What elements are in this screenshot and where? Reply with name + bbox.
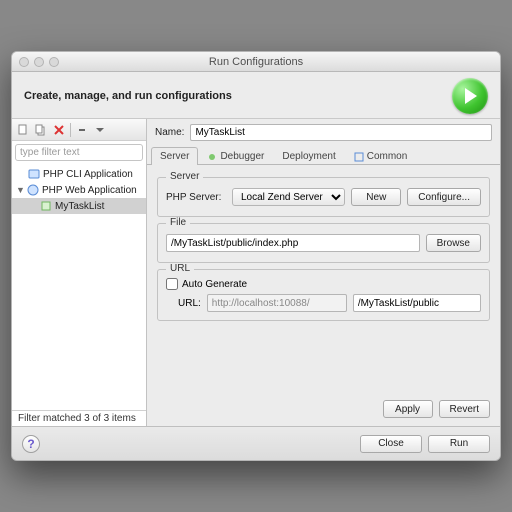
server-legend: Server — [166, 171, 203, 182]
run-button[interactable]: Run — [428, 435, 490, 453]
name-input[interactable] — [190, 124, 492, 141]
server-group: Server PHP Server: Local Zend Server New… — [157, 177, 490, 217]
tab-label: Deployment — [282, 151, 335, 162]
tree-item-php-cli[interactable]: PHP CLI Application — [12, 166, 146, 182]
tree-item-mytasklist[interactable]: MyTaskList — [12, 198, 146, 214]
tab-deployment[interactable]: Deployment — [273, 147, 344, 165]
php-server-label: PHP Server: — [166, 192, 226, 203]
tab-label: Debugger — [220, 151, 264, 162]
filter-menu-icon[interactable] — [93, 123, 107, 137]
new-config-icon[interactable] — [16, 123, 30, 137]
content: Name: Server Debugger Deployment Common … — [147, 119, 500, 426]
collapse-all-icon[interactable] — [75, 123, 89, 137]
configure-server-button[interactable]: Configure... — [407, 188, 481, 206]
close-button[interactable]: Close — [360, 435, 422, 453]
server-panel: Server PHP Server: Local Zend Server New… — [147, 165, 500, 396]
url-base-input — [207, 294, 347, 312]
auto-generate-checkbox[interactable]: Auto Generate — [166, 278, 481, 290]
window-title: Run Configurations — [12, 56, 500, 68]
tree-item-label: PHP Web Application — [42, 185, 137, 196]
name-row: Name: — [147, 119, 500, 146]
footer: ? Close Run — [12, 426, 500, 460]
header-title: Create, manage, and run configurations — [24, 90, 232, 102]
duplicate-config-icon[interactable] — [34, 123, 48, 137]
filter-input[interactable]: type filter text — [15, 144, 143, 161]
file-group: File Browse — [157, 223, 490, 263]
disclosure-triangle-icon[interactable]: ▼ — [16, 185, 24, 195]
auto-generate-label: Auto Generate — [182, 279, 247, 290]
auto-generate-input[interactable] — [166, 278, 178, 290]
header: Create, manage, and run configurations — [12, 72, 500, 119]
browse-button[interactable]: Browse — [426, 234, 481, 252]
tab-common[interactable]: Common — [345, 147, 417, 165]
tree-item-label: PHP CLI Application — [43, 169, 133, 180]
tab-server[interactable]: Server — [151, 147, 198, 165]
titlebar: Run Configurations — [12, 52, 500, 72]
window: Run Configurations Create, manage, and r… — [11, 51, 501, 461]
common-icon — [354, 152, 364, 162]
debugger-icon — [207, 152, 217, 162]
php-cli-icon — [28, 168, 40, 180]
url-label: URL: — [178, 298, 201, 309]
file-legend: File — [166, 217, 190, 228]
toolbar-separator — [70, 123, 71, 137]
apply-button[interactable]: Apply — [383, 400, 433, 418]
url-group: URL Auto Generate URL: — [157, 269, 490, 321]
launch-config-icon — [40, 200, 52, 212]
revert-button[interactable]: Revert — [439, 400, 490, 418]
php-server-select[interactable]: Local Zend Server — [232, 188, 345, 206]
url-path-input[interactable] — [353, 294, 481, 312]
url-legend: URL — [166, 263, 194, 274]
config-tree: PHP CLI Application ▼ PHP Web Applicatio… — [12, 164, 146, 410]
tab-label: Server — [160, 151, 189, 162]
delete-config-icon[interactable] — [52, 123, 66, 137]
filter-status: Filter matched 3 of 3 items — [12, 410, 146, 426]
body: type filter text PHP CLI Application ▼ P… — [12, 119, 500, 426]
php-web-icon — [27, 184, 39, 196]
sidebar: type filter text PHP CLI Application ▼ P… — [12, 119, 147, 426]
tab-debugger[interactable]: Debugger — [198, 147, 273, 165]
panel-actions: Apply Revert — [147, 396, 500, 426]
file-path-input[interactable] — [166, 234, 420, 252]
tabs: Server Debugger Deployment Common — [147, 146, 500, 165]
tab-label: Common — [367, 151, 408, 162]
tree-item-php-web[interactable]: ▼ PHP Web Application — [12, 182, 146, 198]
sidebar-toolbar — [12, 119, 146, 141]
tree-item-label: MyTaskList — [55, 201, 104, 212]
help-button[interactable]: ? — [22, 435, 40, 453]
new-server-button[interactable]: New — [351, 188, 401, 206]
name-label: Name: — [155, 127, 184, 138]
run-large-icon — [452, 78, 488, 114]
